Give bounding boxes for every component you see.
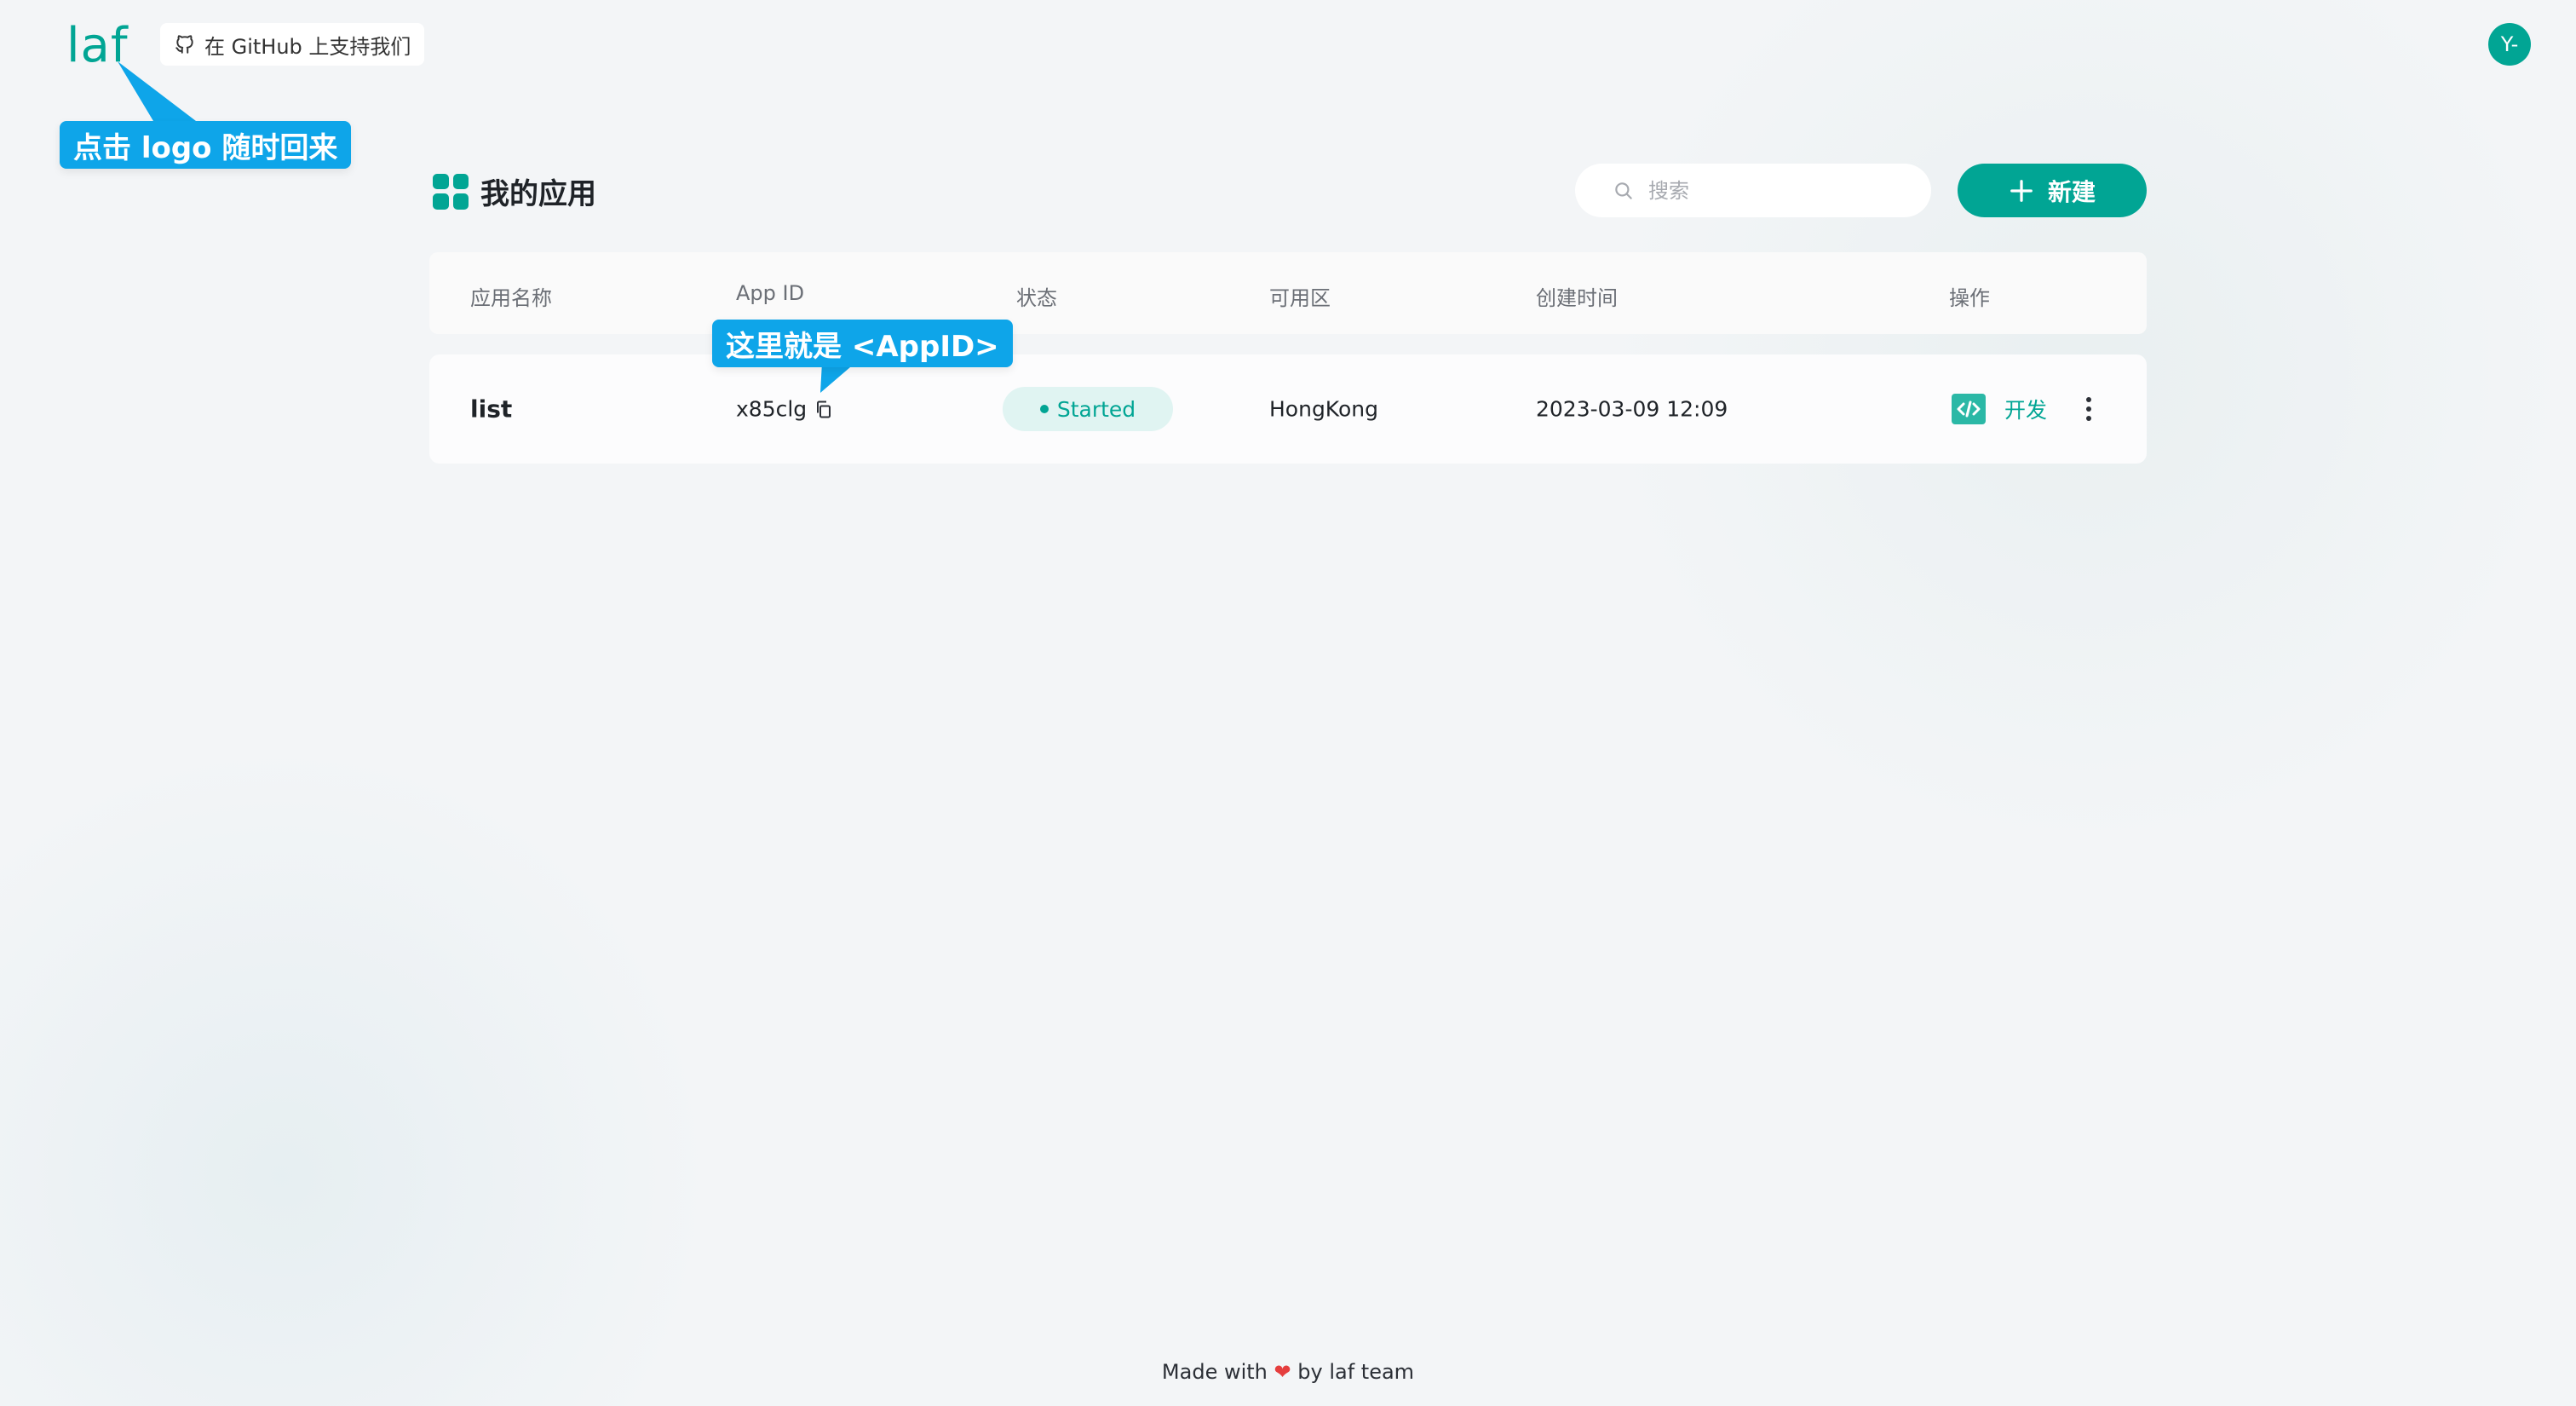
- region-value: HongKong: [1269, 396, 1378, 422]
- new-app-label: 新建: [2047, 177, 2096, 206]
- appid-hint-text: 这里就是 <AppID>: [726, 329, 999, 364]
- code-icon: [1952, 394, 1986, 424]
- heart-icon: ❤: [1274, 1360, 1291, 1384]
- logo-hint-callout: 点击 logo 随时回来: [60, 121, 352, 169]
- app-name: list: [470, 395, 513, 424]
- footer: Made with ❤ by laf team: [0, 1360, 2576, 1384]
- footer-prefix: Made with: [1161, 1360, 1268, 1384]
- status-dot-icon: [1039, 405, 1049, 413]
- page-title-text: 我的应用: [480, 177, 596, 211]
- search-icon: [1615, 182, 1632, 199]
- develop-label: 开发: [2004, 398, 2048, 423]
- column-header-created: 创建时间: [1536, 286, 1618, 310]
- develop-button[interactable]: 开发: [1952, 394, 2047, 424]
- table-header: 应用名称 App ID 状态 可用区 创建时间 操作: [429, 252, 2147, 334]
- search-box[interactable]: [1575, 164, 1931, 217]
- apps-grid-icon: [433, 173, 469, 210]
- github-support-label: 在 GitHub 上支持我们: [204, 34, 411, 59]
- github-icon: [175, 35, 193, 54]
- new-app-button[interactable]: 新建: [1958, 164, 2147, 217]
- user-avatar[interactable]: Y-: [2488, 23, 2531, 66]
- column-header-actions: 操作: [1949, 286, 1990, 310]
- appid-callout-pointer: [820, 362, 856, 393]
- column-header-region: 可用区: [1269, 286, 1331, 310]
- footer-suffix: by laf team: [1297, 1360, 1415, 1384]
- logo-callout-pointer: [118, 61, 196, 121]
- logo-hint-text: 点击 logo 随时回来: [73, 130, 338, 165]
- appid-hint-callout: 这里就是 <AppID>: [712, 320, 1013, 367]
- app-id-cell: x85clg: [736, 397, 834, 422]
- page-title: 我的应用: [433, 170, 596, 212]
- table-row[interactable]: list x85clg Started HongKong 2023-03-09 …: [429, 354, 2147, 464]
- copy-icon[interactable]: [814, 399, 834, 419]
- created-at-value: 2023-03-09 12:09: [1536, 396, 1728, 422]
- column-header-name: 应用名称: [470, 286, 552, 310]
- plus-icon: [2010, 179, 2033, 202]
- more-options-icon[interactable]: [2080, 397, 2097, 421]
- column-header-status: 状态: [1016, 286, 1057, 310]
- status-text: Started: [1056, 396, 1136, 422]
- app-id-value: x85clg: [736, 396, 808, 422]
- search-input[interactable]: [1647, 177, 1906, 204]
- column-header-app-id: App ID: [736, 281, 805, 305]
- status-badge: Started: [1003, 387, 1173, 431]
